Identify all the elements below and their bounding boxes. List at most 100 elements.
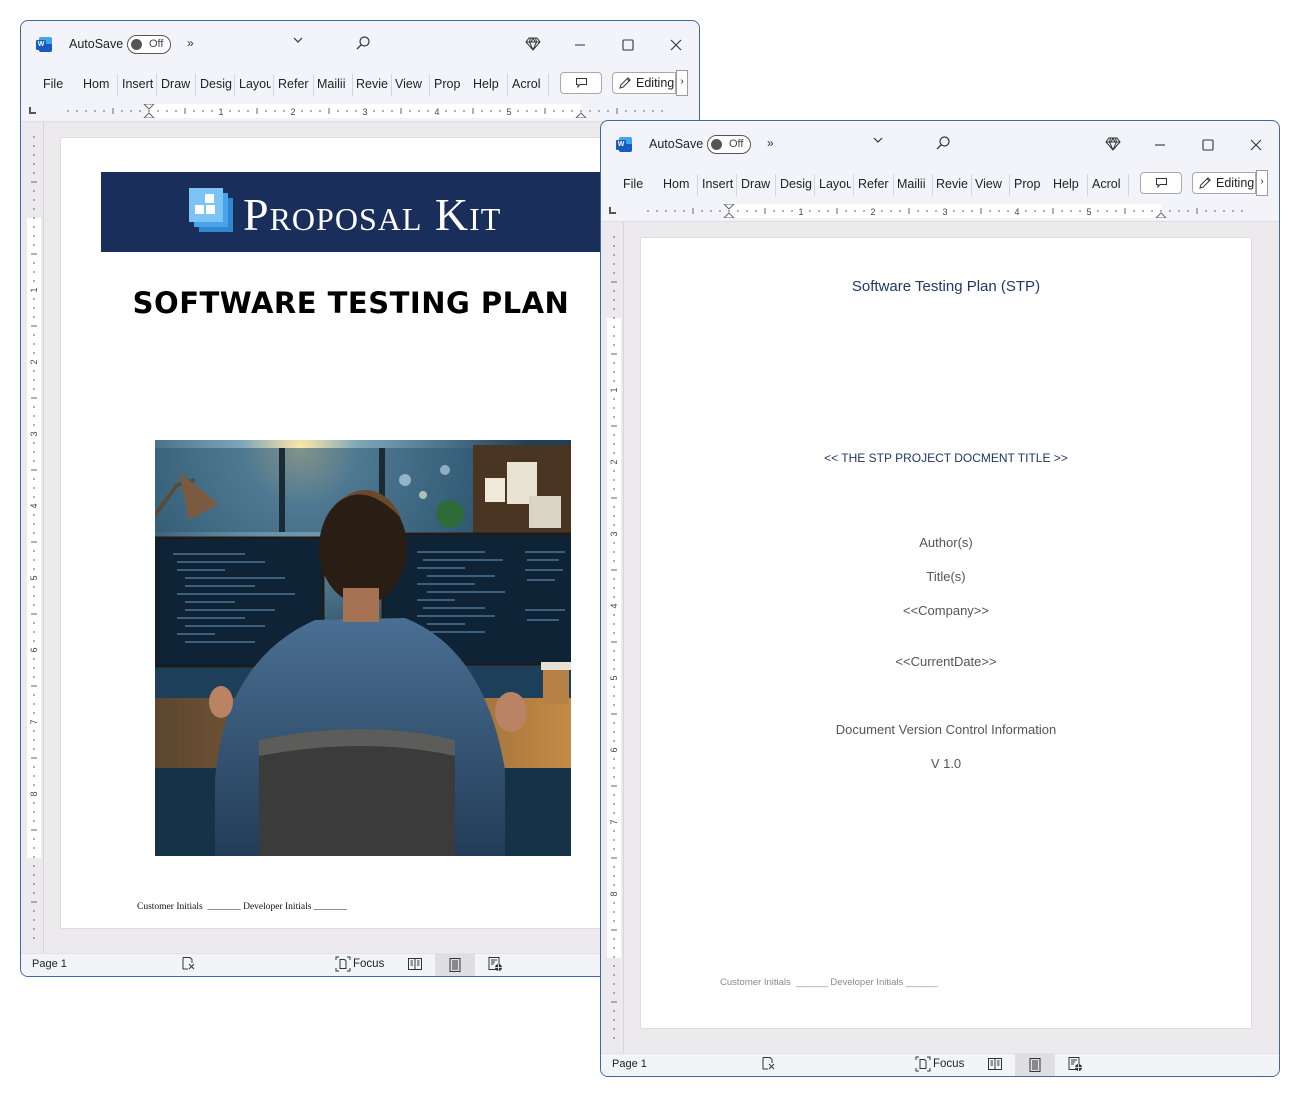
- close-icon[interactable]: [1246, 135, 1266, 155]
- document-canvas: 1 2 3 4 5 6 7 8 Proposal Kit SOFTWARE TESTING P…: [21, 121, 699, 954]
- tab-draw[interactable]: Draw: [161, 77, 193, 91]
- comments-button[interactable]: [1140, 172, 1182, 194]
- tab-design[interactable]: Desig: [200, 77, 232, 91]
- web-layout-icon[interactable]: [1067, 1056, 1083, 1072]
- ruler-ticks: 1 2 3 4 5 6 7 8: [609, 236, 619, 1039]
- ruler-number: 7: [29, 719, 39, 724]
- tab-acrobat[interactable]: Acrol: [512, 77, 544, 91]
- pencil-icon: [1199, 177, 1211, 189]
- search-icon[interactable]: [935, 135, 951, 151]
- tab-insert[interactable]: Insert: [122, 77, 154, 91]
- tab-properties[interactable]: Prop: [1014, 177, 1046, 191]
- ribbon-overflow-button[interactable]: ›: [676, 70, 688, 96]
- ruler-number: 3: [942, 207, 947, 217]
- developer-at-desk-image: [155, 440, 571, 856]
- tab-stop-selector[interactable]: [609, 207, 616, 214]
- print-layout-icon: [1029, 1058, 1041, 1072]
- diamond-icon[interactable]: [525, 36, 541, 52]
- print-layout-icon: [449, 958, 461, 972]
- close-icon[interactable]: [666, 35, 686, 55]
- ruler-number: 8: [29, 791, 39, 796]
- right-indent-marker[interactable]: [1155, 212, 1167, 218]
- ruler-number: 1: [798, 207, 803, 217]
- tab-references[interactable]: Refer: [858, 177, 891, 191]
- editing-mode-button[interactable]: Editing: [1192, 172, 1256, 194]
- focus-icon: [915, 1056, 931, 1072]
- horizontal-ruler[interactable]: 1 2 3 4 5: [57, 104, 677, 118]
- tab-references[interactable]: Refer: [278, 77, 311, 91]
- tab-design[interactable]: Desig: [780, 177, 812, 191]
- proposal-kit-logo-icon: [189, 188, 233, 232]
- document-page[interactable]: Software Testing Plan (STP) << THE STP P…: [641, 238, 1251, 1028]
- tab-draw[interactable]: Draw: [741, 177, 773, 191]
- page-indicator[interactable]: Page 1: [32, 958, 67, 970]
- authors-field: Author(s): [919, 535, 973, 550]
- read-mode-icon[interactable]: [407, 956, 423, 972]
- tab-review[interactable]: Revie: [356, 77, 389, 91]
- initials-line: Customer Initials _______ Developer Init…: [137, 902, 348, 912]
- ruler-number: 2: [290, 107, 295, 117]
- maximize-icon[interactable]: [1198, 135, 1218, 155]
- autosave-toggle[interactable]: Off: [127, 35, 171, 54]
- ribbon-tabs: File Hom Insert Draw Desig Layou Refer M…: [21, 69, 699, 101]
- right-indent-marker[interactable]: [575, 112, 587, 118]
- initials-line: Customer Initials ______ Developer Initi…: [720, 977, 938, 988]
- autosave-toggle[interactable]: Off: [707, 135, 751, 154]
- tab-help[interactable]: Help: [1053, 177, 1083, 191]
- tab-insert[interactable]: Insert: [702, 177, 734, 191]
- ruler-ticks: 1 2 3 4 5 6 7 8: [29, 136, 39, 939]
- tab-file[interactable]: File: [623, 177, 645, 191]
- tab-properties[interactable]: Prop: [434, 77, 466, 91]
- ruler-number: 2: [609, 459, 619, 464]
- company-field: <<Company>>: [902, 603, 989, 618]
- comments-button[interactable]: [560, 72, 602, 94]
- tab-acrobat[interactable]: Acrol: [1092, 177, 1124, 191]
- tab-mailings[interactable]: Mailii: [317, 77, 350, 91]
- minimize-icon[interactable]: [570, 35, 590, 55]
- tab-review[interactable]: Revie: [936, 177, 969, 191]
- tab-view[interactable]: View: [975, 177, 1005, 191]
- double-chevron-right-icon[interactable]: »: [187, 36, 194, 50]
- ruler-number: 6: [29, 647, 39, 652]
- minimize-icon[interactable]: [1150, 135, 1170, 155]
- editing-mode-button[interactable]: Editing: [612, 72, 676, 94]
- tab-home[interactable]: Hom: [83, 77, 115, 91]
- proofing-icon[interactable]: [761, 1056, 776, 1071]
- tab-help[interactable]: Help: [473, 77, 503, 91]
- ruler-number: 4: [1014, 207, 1019, 217]
- pencil-icon: [619, 77, 631, 89]
- web-layout-icon[interactable]: [487, 956, 503, 972]
- tab-view[interactable]: View: [395, 77, 425, 91]
- tab-home[interactable]: Hom: [663, 177, 695, 191]
- autosave-label: AutoSave: [649, 137, 704, 151]
- tab-mailings[interactable]: Mailii: [897, 177, 930, 191]
- proofing-icon[interactable]: [181, 956, 196, 971]
- comment-icon: [1156, 178, 1167, 189]
- tab-file[interactable]: File: [43, 77, 65, 91]
- maximize-icon[interactable]: [618, 35, 638, 55]
- status-bar: Page 1 Focus: [21, 953, 699, 976]
- focus-icon: [335, 956, 351, 972]
- page-indicator[interactable]: Page 1: [612, 1058, 647, 1070]
- word-window-cover: W AutoSave Off » File Hom Insert Draw De…: [20, 20, 700, 977]
- ruler-number: 1: [218, 107, 223, 117]
- comment-icon: [576, 78, 587, 89]
- ribbon-overflow-button[interactable]: ›: [1256, 170, 1268, 196]
- double-chevron-right-icon[interactable]: »: [767, 136, 774, 150]
- print-layout-button[interactable]: [1015, 1054, 1055, 1076]
- vertical-ruler[interactable]: 1 2 3 4 5 6 7 8: [605, 228, 621, 1054]
- chevron-down-icon[interactable]: [873, 135, 883, 145]
- chevron-down-icon[interactable]: [293, 35, 303, 45]
- print-layout-button[interactable]: [435, 954, 475, 976]
- search-icon[interactable]: [355, 35, 371, 51]
- brand-wordmark: Proposal Kit: [243, 189, 502, 240]
- tab-layout[interactable]: Layou: [819, 177, 851, 191]
- diamond-icon[interactable]: [1105, 136, 1121, 152]
- autosave-state: Off: [149, 38, 164, 50]
- read-mode-icon[interactable]: [987, 1056, 1003, 1072]
- vertical-ruler[interactable]: 1 2 3 4 5 6 7 8: [25, 128, 41, 954]
- ruler-number: 3: [29, 431, 39, 436]
- tab-layout[interactable]: Layou: [239, 77, 271, 91]
- horizontal-ruler[interactable]: 1 2 3 4 5: [637, 204, 1257, 218]
- tab-stop-selector[interactable]: [29, 107, 36, 114]
